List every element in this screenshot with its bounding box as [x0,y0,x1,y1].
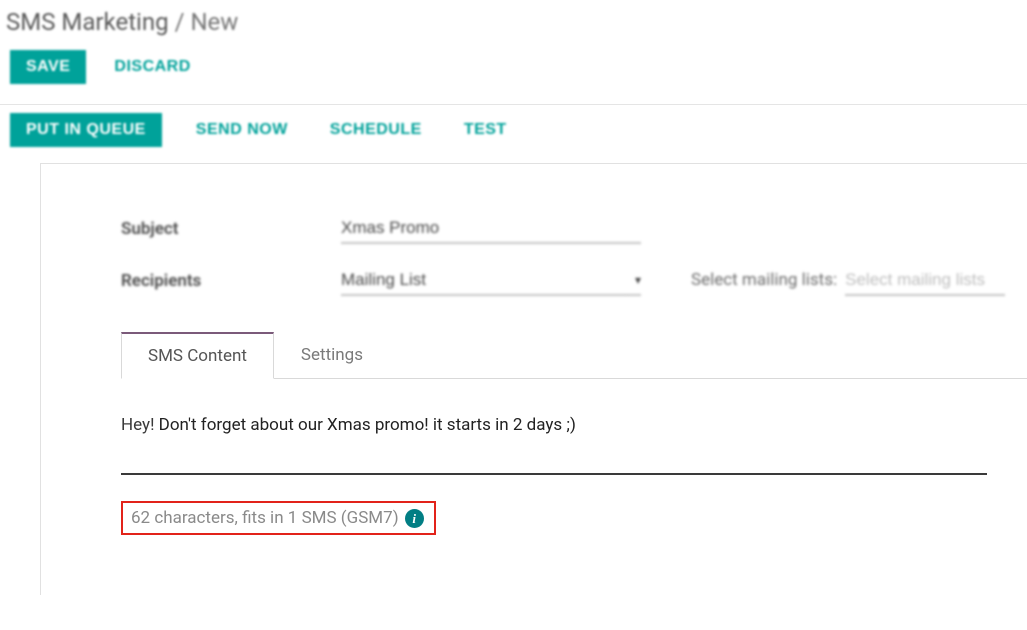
char-count-text: 62 characters, fits in 1 SMS (GSM7) [131,508,399,528]
discard-button[interactable]: DISCARD [106,50,198,84]
sms-greeting: Hey! [121,415,154,435]
test-button[interactable]: TEST [456,113,515,147]
save-button[interactable]: SAVE [10,50,86,84]
subject-input[interactable] [341,214,641,244]
sms-body-text: Don't forget about our Xmas promo! it st… [154,415,575,435]
tabs: SMS Content Settings [121,332,1027,379]
breadcrumb-module[interactable]: SMS Marketing [6,8,169,36]
info-icon[interactable]: i [405,509,424,528]
breadcrumb: SMS Marketing / New [0,0,1027,50]
tab-sms-content[interactable]: SMS Content [121,332,274,379]
tab-settings[interactable]: Settings [274,332,390,379]
mailing-lists-input[interactable] [845,266,1005,296]
chevron-down-icon: ▾ [635,273,641,287]
action-bar: PUT IN QUEUE SEND NOW SCHEDULE TEST [0,105,1027,163]
mailing-lists-label: Select mailing lists: [691,270,837,290]
schedule-button[interactable]: SCHEDULE [322,113,430,147]
send-now-button[interactable]: SEND NOW [188,113,296,147]
sms-textarea[interactable]: Hey! Don't forget about our Xmas promo! … [121,415,1027,475]
form-buttons: SAVE DISCARD [0,50,1027,104]
form-card: Subject Recipients ▾ Select mailing list… [40,163,1027,595]
mailing-lists-field: Select mailing lists: [691,266,1005,296]
recipients-label: Recipients [121,271,341,291]
breadcrumb-separator: / [175,8,185,36]
sms-underline [121,473,987,475]
subject-label: Subject [121,219,341,239]
char-count-highlight: 62 characters, fits in 1 SMS (GSM7) i [121,501,436,535]
breadcrumb-current: New [190,8,238,36]
subject-row: Subject [121,214,1027,244]
recipients-input[interactable] [341,266,627,294]
recipients-row: Recipients ▾ Select mailing lists: [121,266,1027,296]
recipients-select[interactable]: ▾ [341,266,641,296]
put-in-queue-button[interactable]: PUT IN QUEUE [10,113,162,147]
